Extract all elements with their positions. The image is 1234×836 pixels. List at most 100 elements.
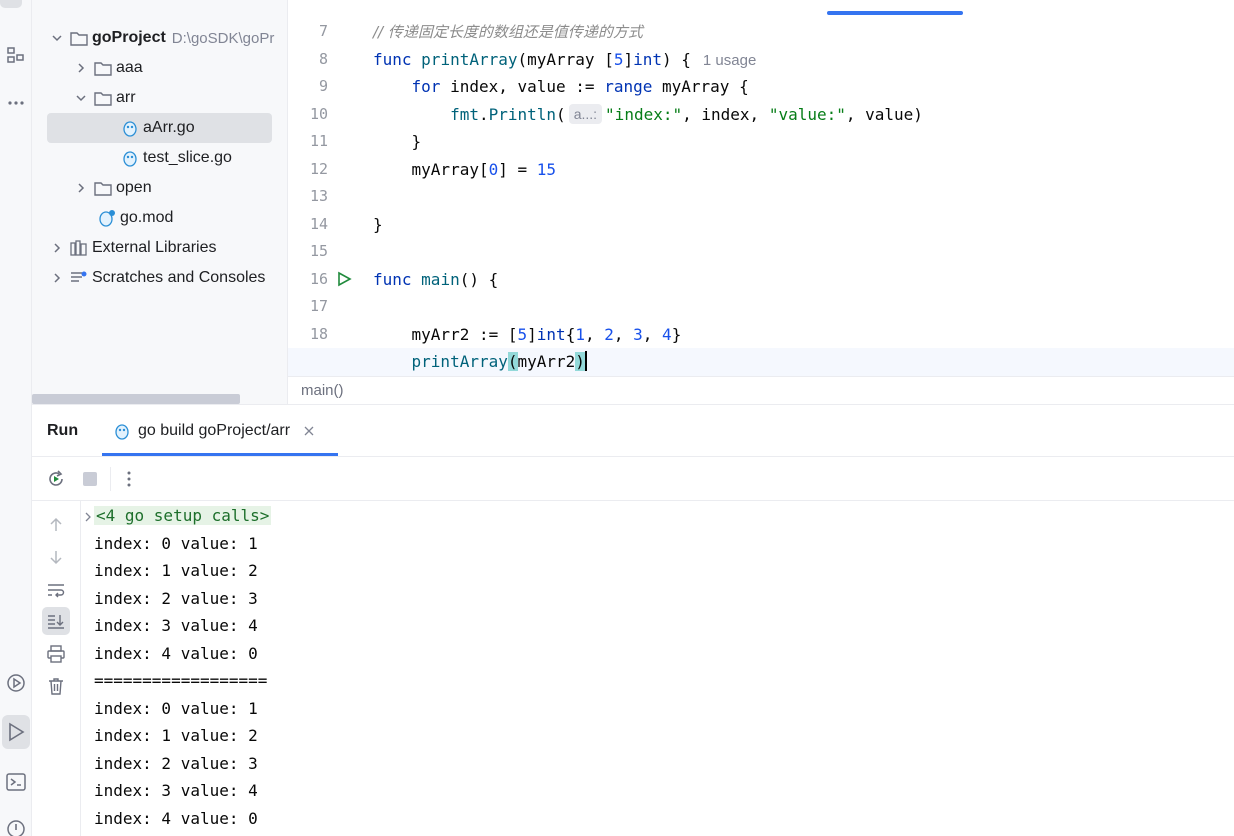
- line-number: 14: [309, 214, 328, 233]
- code-line-func-main: func main() {: [373, 269, 499, 289]
- chevron-right-icon[interactable]: [74, 61, 88, 75]
- vertical-dots-icon: [127, 471, 131, 487]
- chevron-right-icon[interactable]: [74, 181, 88, 195]
- console-line: ==================: [94, 671, 268, 690]
- tree-item-scratches-consoles[interactable]: Scratches and Consoles: [32, 263, 287, 293]
- console-setup-calls-line[interactable]: <4 go setup calls>: [94, 502, 272, 530]
- more-options-button[interactable]: [126, 470, 132, 493]
- tree-item-label: test_slice.go: [143, 149, 232, 166]
- code-line-for: for index, value := range myArray {: [411, 77, 749, 96]
- code-line-println: fmt.Println(a...: "index:", index, "value…: [450, 103, 923, 124]
- line-number: 12: [309, 159, 328, 178]
- problems-tool-button[interactable]: [0, 812, 32, 836]
- scroll-down-button[interactable]: [42, 543, 70, 571]
- horizontal-scrollbar[interactable]: [32, 394, 240, 404]
- code-comment: // 传递固定长度的数组还是值传递的方式: [373, 23, 643, 41]
- services-tool-button[interactable]: [0, 666, 32, 700]
- run-icon: [9, 722, 25, 742]
- folder-icon: [70, 30, 88, 46]
- stop-button[interactable]: [82, 471, 98, 492]
- project-tool-button[interactable]: [0, 0, 22, 8]
- console-line: index: 2 value: 3: [94, 588, 258, 608]
- folder-icon: [94, 60, 112, 76]
- chevron-down-icon[interactable]: [50, 31, 64, 45]
- line-number: 18: [309, 324, 328, 343]
- chevron-right-icon[interactable]: [50, 271, 64, 285]
- console-line: index: 2 value: 3: [94, 753, 258, 773]
- folder-icon: [94, 90, 112, 106]
- line-number: 9: [318, 77, 328, 95]
- line-number: 16: [309, 269, 328, 288]
- line-number: 11: [309, 132, 328, 150]
- more-tools-button[interactable]: [0, 86, 32, 120]
- chevron-right-icon[interactable]: [50, 241, 64, 255]
- line-number: 10: [309, 104, 328, 123]
- console-output[interactable]: <4 go setup calls> index: 0 value: 1 ind…: [82, 501, 1234, 836]
- folder-icon: [94, 180, 112, 196]
- arrow-down-icon: [50, 551, 62, 565]
- rerun-icon: [49, 470, 63, 486]
- print-button[interactable]: [42, 640, 70, 668]
- console-line: index: 0 value: 1: [94, 533, 258, 553]
- tree-item-aarr-go[interactable]: aArr.go: [47, 113, 272, 143]
- line-number: 7: [318, 22, 328, 40]
- text-caret: [584, 351, 587, 371]
- usage-hint[interactable]: 1 usage: [703, 52, 756, 69]
- tree-item-label: Scratches and Consoles: [92, 269, 266, 286]
- console-line: index: 4 value: 0: [94, 808, 258, 828]
- project-root-name: goProject: [92, 29, 166, 46]
- rerun-button[interactable]: [46, 469, 66, 494]
- folded-setup-calls[interactable]: <4 go setup calls>: [94, 506, 272, 525]
- run-tool-window-header: Run go build goProject/arr: [32, 404, 1234, 456]
- trash-icon: [49, 678, 63, 695]
- left-tool-strip: [0, 0, 32, 836]
- tree-item-test-slice-go[interactable]: test_slice.go: [32, 143, 287, 173]
- chevron-right-icon[interactable]: [84, 509, 92, 527]
- close-tab-icon[interactable]: [304, 426, 314, 436]
- line-number: 17: [309, 297, 328, 315]
- code-line-func-printarray: func printArray(myArray [5]int) {1 usage: [373, 49, 757, 69]
- tree-item-external-libraries[interactable]: External Libraries: [32, 233, 287, 263]
- tree-item-aaa[interactable]: aaa: [32, 53, 287, 83]
- problems-icon: [7, 820, 25, 836]
- scroll-up-button[interactable]: [42, 511, 70, 539]
- services-icon: [7, 674, 25, 692]
- scratches-icon: [70, 270, 88, 286]
- soft-wrap-icon: [48, 584, 65, 598]
- console-line: index: 1 value: 2: [94, 726, 258, 745]
- gopher-file-icon: [121, 150, 139, 167]
- toolbar-divider: [110, 467, 111, 491]
- parameter-inlay-hint: a...:: [568, 103, 603, 124]
- line-number: 15: [309, 242, 328, 260]
- tree-root-goproject[interactable]: goProject D:\goSDK\goPr: [32, 23, 287, 53]
- scroll-to-end-button[interactable]: [42, 607, 70, 635]
- tree-item-arr[interactable]: arr: [32, 83, 287, 113]
- run-tool-button[interactable]: [2, 715, 30, 749]
- tree-item-open[interactable]: open: [32, 173, 287, 203]
- clear-all-button[interactable]: [42, 672, 70, 700]
- run-toolbar: [32, 456, 1234, 501]
- soft-wrap-button[interactable]: [42, 576, 70, 604]
- chevron-down-icon[interactable]: [74, 91, 88, 105]
- structure-tool-button[interactable]: [0, 38, 32, 72]
- run-panel-title: Run: [47, 422, 79, 439]
- arrow-up-icon: [50, 517, 62, 531]
- breadcrumb-item[interactable]: main(): [301, 382, 344, 399]
- code-editor[interactable]: 7 8 9 10 11 12 13 14 15 16 17 18 19 // 传…: [288, 0, 1234, 404]
- active-tab-indicator: [827, 11, 963, 15]
- line-number: 8: [318, 49, 328, 68]
- terminal-tool-button[interactable]: [0, 765, 32, 799]
- code-line-comment: // 传递固定长度的数组还是值传递的方式: [373, 18, 1234, 46]
- console-line: index: 1 value: 2: [94, 561, 258, 580]
- go-mod-file-icon: [98, 210, 116, 227]
- scroll-to-end-icon: [48, 615, 64, 629]
- printer-icon: [47, 645, 65, 663]
- library-icon: [70, 240, 88, 256]
- breadcrumb[interactable]: main(): [288, 376, 1234, 404]
- run-main-gutter-button[interactable]: [334, 266, 354, 293]
- more-dots-icon: [8, 101, 24, 105]
- code-line-call-printarray: printArray(myArr2): [288, 348, 1234, 376]
- run-config-tab[interactable]: go build goProject/arr: [114, 405, 314, 457]
- terminal-icon: [6, 773, 26, 791]
- tree-item-go-mod[interactable]: go.mod: [32, 203, 287, 233]
